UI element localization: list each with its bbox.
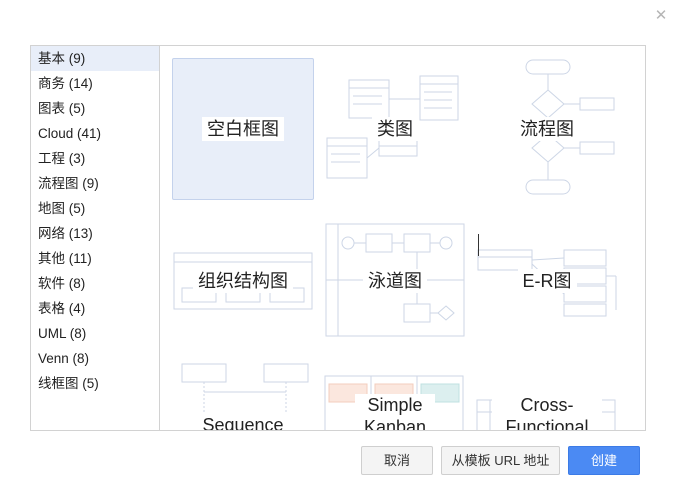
cancel-button[interactable]: 取消 <box>361 446 433 475</box>
create-button[interactable]: 创建 <box>568 446 640 475</box>
template-flowchart[interactable]: 流程图 <box>476 58 618 200</box>
category-item-basic[interactable]: 基本 (9) <box>31 46 159 71</box>
template-simple-kanban[interactable]: Simple Kanban <box>324 362 466 430</box>
category-item-business[interactable]: 商务 (14) <box>31 71 159 96</box>
category-item-flowchart[interactable]: 流程图 (9) <box>31 171 159 196</box>
template-label: Simple Kanban <box>324 394 466 430</box>
template-label: Sequence <box>172 414 314 430</box>
template-panel: 基本 (9) 商务 (14) 图表 (5) Cloud (41) 工程 (3) … <box>30 45 646 431</box>
er-cursor-mark <box>478 234 479 256</box>
template-sequence[interactable]: Sequence <box>172 362 314 430</box>
template-label: Cross-Functional <box>476 394 618 430</box>
template-grid: 空白框图 类图 流程图 组织结构图 泳道图 E-R图 Sequence Simp… <box>161 46 645 430</box>
template-org-chart[interactable]: 组织结构图 <box>172 210 314 352</box>
category-item-wireframes[interactable]: 线框图 (5) <box>31 371 159 396</box>
category-sidebar: 基本 (9) 商务 (14) 图表 (5) Cloud (41) 工程 (3) … <box>31 46 160 430</box>
template-er-diagram[interactable]: E-R图 <box>476 210 618 352</box>
category-item-engineering[interactable]: 工程 (3) <box>31 146 159 171</box>
category-item-software[interactable]: 软件 (8) <box>31 271 159 296</box>
category-item-tables[interactable]: 表格 (4) <box>31 296 159 321</box>
template-blank-diagram[interactable]: 空白框图 <box>172 58 314 200</box>
template-swimlane[interactable]: 泳道图 <box>324 210 466 352</box>
category-item-cloud[interactable]: Cloud (41) <box>31 121 159 146</box>
category-item-uml[interactable]: UML (8) <box>31 321 159 346</box>
template-cross-functional[interactable]: Cross-Functional <box>476 362 618 430</box>
template-label: 空白框图 <box>173 117 313 141</box>
template-label: 流程图 <box>476 117 618 141</box>
category-item-maps[interactable]: 地图 (5) <box>31 196 159 221</box>
template-label: 类图 <box>324 117 466 141</box>
template-label: E-R图 <box>476 269 618 293</box>
close-button[interactable]: ✕ <box>652 6 670 26</box>
template-class-diagram[interactable]: 类图 <box>324 58 466 200</box>
category-item-other[interactable]: 其他 (11) <box>31 246 159 271</box>
category-item-charts[interactable]: 图表 (5) <box>31 96 159 121</box>
category-item-network[interactable]: 网络 (13) <box>31 221 159 246</box>
template-label: 组织结构图 <box>172 269 314 293</box>
template-label: 泳道图 <box>324 269 466 293</box>
template-url-button[interactable]: 从模板 URL 地址 <box>441 446 560 475</box>
category-item-venn[interactable]: Venn (8) <box>31 346 159 371</box>
